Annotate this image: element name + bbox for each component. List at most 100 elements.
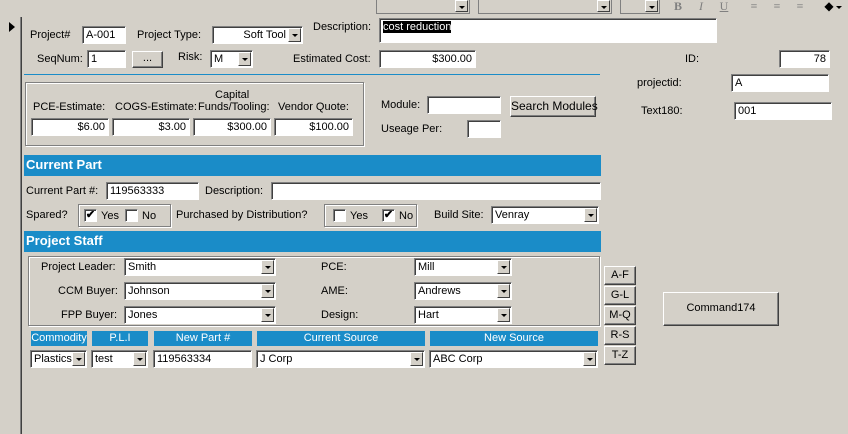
new-source-column-header: New Source (429, 330, 599, 347)
estimates-group (25, 82, 364, 146)
header-divider (24, 74, 600, 75)
new-part-field[interactable]: 119563334 (153, 350, 252, 368)
spared-label: Spared? (26, 209, 68, 221)
chevron-down-icon[interactable] (497, 308, 510, 322)
current-record-icon (9, 22, 15, 32)
align-left-icon[interactable]: ≡ (745, 0, 763, 14)
chevron-down-icon[interactable] (497, 260, 510, 274)
current-part-header: Current Part (24, 155, 601, 176)
build-site-value: Venray (495, 209, 530, 221)
module-field[interactable] (427, 96, 501, 114)
vendor-quote-label: Vendor Quote: (278, 101, 349, 113)
current-part-description-label: Description: (205, 185, 264, 197)
current-part-description-field[interactable] (271, 182, 601, 200)
seqnum-label: SeqNum: (37, 53, 83, 65)
new-part-column-header: New Part # (153, 330, 253, 347)
cogs-estimate-field[interactable]: $3.00 (112, 118, 190, 136)
current-part-number-field[interactable]: 119563333 (106, 182, 199, 200)
risk-value: M (214, 53, 224, 65)
capital-field[interactable]: $300.00 (193, 118, 271, 136)
spared-no-checkbox[interactable] (125, 209, 138, 222)
chevron-down-icon[interactable] (261, 260, 274, 274)
ame-value: Andrews (418, 285, 461, 297)
current-part-number-label: Current Part #: (26, 185, 99, 197)
capital-label-line2: Funds/Tooling: (198, 101, 270, 113)
fpp-buyer-value: Jones (128, 309, 158, 321)
id-label: ID: (685, 53, 700, 65)
ame-combo[interactable]: Andrews (414, 282, 512, 300)
estimated-cost-label: Estimated Cost: (293, 53, 371, 65)
pce-estimate-field[interactable]: $6.00 (31, 118, 109, 136)
module-label: Module: (381, 99, 421, 111)
design-combo[interactable]: Hart (414, 306, 512, 324)
project-leader-value: Smith (128, 261, 157, 273)
font-name-combo[interactable] (376, 0, 470, 14)
chevron-down-icon[interactable] (288, 28, 301, 42)
pli-combo[interactable]: test (91, 350, 148, 368)
command174-button[interactable]: Command174 (663, 292, 779, 326)
id-field[interactable]: 78 (779, 50, 830, 68)
fpp-buyer-label: FPP Buyer: (61, 309, 118, 321)
filter-g-l-button[interactable]: G-L (604, 286, 636, 305)
build-site-combo[interactable]: Venray (491, 206, 599, 224)
project-type-combo[interactable]: Soft Tool (212, 26, 303, 44)
chevron-down-icon[interactable] (133, 352, 146, 366)
filter-t-z-button[interactable]: T-Z (604, 346, 636, 365)
purchased-by-distribution-label: Purchased by Distribution? (176, 209, 308, 221)
useage-per-label: Useage Per: (381, 123, 443, 135)
purchased-yes-checkbox[interactable] (333, 209, 346, 222)
align-right-icon[interactable]: ≡ (791, 0, 809, 14)
seqnum-field[interactable]: 1 (87, 50, 126, 68)
estimated-cost-field[interactable]: $300.00 (379, 50, 476, 68)
spared-yes-label: Yes (101, 210, 119, 222)
pli-column-header: P.L.I (91, 330, 149, 347)
text180-field[interactable]: 001 (734, 102, 832, 120)
current-source-combo[interactable]: J Corp (256, 350, 425, 368)
chevron-down-icon[interactable] (584, 208, 597, 222)
filter-m-q-button[interactable]: M-Q (604, 306, 636, 325)
filter-r-s-button[interactable]: R-S (604, 326, 636, 345)
ccm-buyer-combo[interactable]: Johnson (124, 282, 276, 300)
project-number-field[interactable]: A-001 (82, 26, 126, 44)
chevron-down-icon[interactable] (497, 284, 510, 298)
chevron-down-icon[interactable] (72, 352, 85, 366)
commodity-column-header: Commodity (30, 330, 88, 347)
record-selector[interactable] (0, 17, 21, 434)
description-value: cost reduction (383, 21, 452, 33)
line-width-combo[interactable] (620, 0, 660, 14)
font-size-combo[interactable] (478, 0, 612, 14)
fill-color-dropdown-icon[interactable] (836, 6, 842, 9)
spared-no-label: No (142, 210, 157, 222)
pce-label: PCE: (321, 261, 347, 273)
align-center-icon[interactable]: ≡ (768, 0, 786, 14)
commodity-value: Plastics (34, 353, 72, 365)
new-source-value: ABC Corp (433, 353, 483, 365)
vendor-quote-field[interactable]: $100.00 (274, 118, 353, 136)
chevron-down-icon[interactable] (410, 352, 423, 366)
ccm-buyer-label: CCM Buyer: (58, 285, 118, 297)
pce-value: Mill (418, 261, 435, 273)
description-field[interactable]: cost reduction (379, 18, 717, 43)
description-label: Description: (313, 21, 372, 33)
chevron-down-icon[interactable] (261, 308, 274, 322)
purchased-no-checkbox[interactable]: ✔ (382, 209, 395, 222)
ame-label: AME: (321, 285, 348, 297)
italic-button[interactable]: I (692, 0, 710, 14)
useage-per-field[interactable] (467, 120, 501, 138)
chevron-down-icon[interactable] (238, 52, 251, 66)
underline-button[interactable]: U (715, 0, 733, 14)
bold-button[interactable]: B (669, 0, 687, 14)
projectid-field[interactable]: A (731, 74, 829, 92)
fpp-buyer-combo[interactable]: Jones (124, 306, 276, 324)
risk-combo[interactable]: M (210, 50, 253, 68)
chevron-down-icon[interactable] (583, 352, 596, 366)
chevron-down-icon[interactable] (261, 284, 274, 298)
commodity-combo[interactable]: Plastics (30, 350, 87, 368)
seqnum-lookup-button[interactable]: ... (132, 51, 163, 68)
project-leader-combo[interactable]: Smith (124, 258, 276, 276)
new-source-combo[interactable]: ABC Corp (429, 350, 598, 368)
spared-yes-checkbox[interactable]: ✔ (84, 209, 97, 222)
search-modules-button[interactable]: Search Modules (510, 96, 598, 117)
pce-combo[interactable]: Mill (414, 258, 512, 276)
filter-a-f-button[interactable]: A-F (604, 266, 636, 285)
